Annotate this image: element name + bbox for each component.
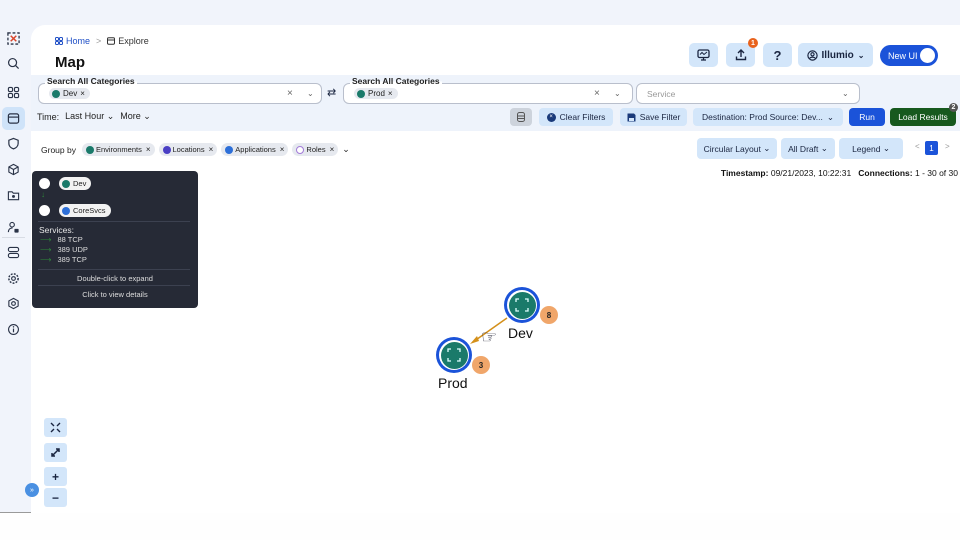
sidebar-item-logo[interactable] (2, 27, 25, 50)
node-core (508, 291, 536, 319)
fullscreen-button[interactable] (44, 443, 67, 462)
node-dev[interactable] (504, 287, 540, 323)
logo-icon (7, 32, 20, 45)
explore-icon (7, 113, 20, 124)
shield-icon (8, 137, 19, 150)
hand-cursor-icon: ☞ (481, 327, 498, 347)
node-label: Dev (508, 325, 533, 341)
app-window: Home > Explore Map 1 ? Illumio ⌄ New UI (0, 0, 960, 513)
node-core (440, 341, 468, 369)
info-icon (8, 324, 19, 335)
node-label: Prod (438, 375, 468, 391)
group-focus-icon (515, 298, 529, 312)
sidebar-expand-button[interactable]: » (25, 483, 39, 497)
dashboard-grid-icon (7, 86, 20, 99)
main-panel: Home > Explore Map 1 ? Illumio ⌄ New UI (31, 25, 960, 513)
sidebar-item-security[interactable] (2, 132, 25, 155)
zoom-out-button[interactable]: − (44, 488, 67, 507)
sidebar-item-settings[interactable] (2, 267, 25, 290)
user-lock-icon (7, 221, 19, 233)
sidebar-item-explore[interactable] (2, 107, 25, 130)
edge-arrowhead (470, 336, 479, 344)
sidebar-item-users[interactable] (2, 216, 25, 239)
sidebar-item-workloads[interactable] (2, 158, 25, 181)
collapse-icon (50, 422, 61, 433)
sidebar-item-folders[interactable] (2, 184, 25, 207)
node-count-badge: 3 (472, 356, 490, 374)
hexagon-settings-icon (8, 297, 19, 310)
fit-to-screen-button[interactable] (44, 418, 67, 437)
node-ring (439, 340, 469, 370)
sidebar-item-info[interactable] (2, 318, 25, 341)
graph-edges (470, 317, 508, 344)
search-icon (7, 57, 20, 70)
settings-icon (8, 273, 19, 284)
sidebar-item-infrastructure[interactable] (2, 241, 25, 264)
expand-arrows-icon (51, 448, 60, 457)
sidebar-item-search[interactable] (2, 52, 25, 75)
server-icon (7, 246, 20, 259)
cube-icon (8, 163, 19, 176)
zoom-in-button[interactable]: + (44, 467, 67, 486)
node-count-badge: 8 (540, 306, 558, 324)
node-ring (507, 290, 537, 320)
folder-icon (7, 191, 20, 201)
sidebar-item-admin[interactable] (2, 292, 25, 315)
node-prod[interactable] (436, 337, 472, 373)
sidebar (0, 25, 27, 513)
sidebar-item-dashboard[interactable] (2, 81, 25, 104)
group-focus-icon (447, 348, 461, 362)
